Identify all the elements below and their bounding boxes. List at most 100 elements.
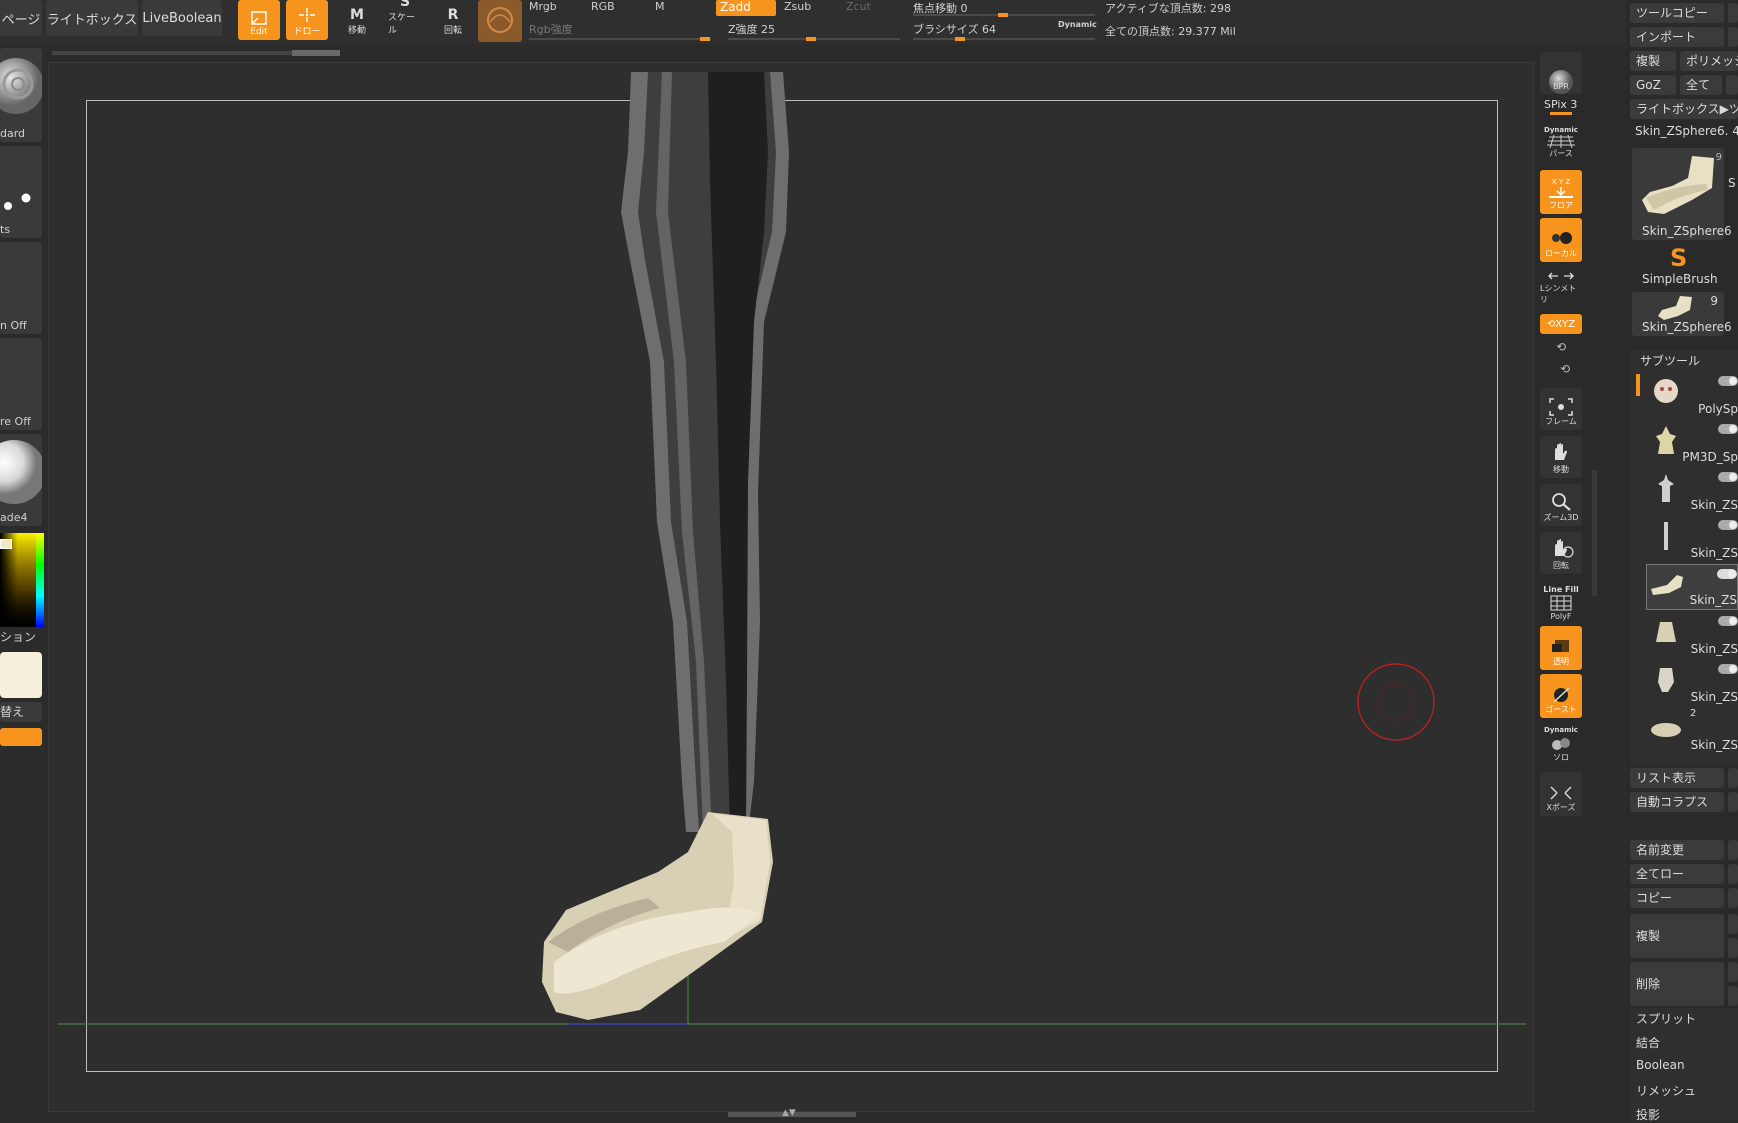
ghost-button[interactable]: ゴースト: [1540, 674, 1582, 718]
stroke-selector[interactable]: ts: [0, 146, 42, 238]
color-switch-button[interactable]: 替え: [0, 702, 42, 722]
draw-button[interactable]: ドロー: [286, 0, 328, 40]
boolean-menu[interactable]: Boolean: [1636, 1058, 1685, 1072]
recent-tool-thumbnail[interactable]: 9 Skin_ZSphere6: [1632, 292, 1732, 336]
all-high-button[interactable]: [1728, 864, 1738, 884]
subtool-item[interactable]: PolySp: [1646, 372, 1738, 418]
auto-collapse-button[interactable]: 自動コラプス: [1630, 792, 1724, 812]
tool-paste-button[interactable]: [1728, 3, 1738, 23]
subtool-visibility-toggle[interactable]: [1718, 424, 1738, 434]
paste-button[interactable]: [1728, 888, 1738, 908]
subtool-item[interactable]: 2 Skin_ZS: [1646, 708, 1738, 754]
zadd-button[interactable]: Zadd: [716, 0, 776, 16]
spix-label[interactable]: SPix 3: [1544, 98, 1577, 111]
rename-button[interactable]: 名前変更: [1630, 840, 1724, 860]
visible-button[interactable]: [1726, 75, 1738, 95]
floor-button[interactable]: X Y Z フロア: [1540, 170, 1582, 214]
color-picker[interactable]: [0, 533, 44, 627]
move-view-button[interactable]: 移動: [1540, 436, 1582, 478]
import-button[interactable]: インポート: [1630, 27, 1724, 47]
subtool-title[interactable]: サブツール: [1640, 352, 1700, 369]
expand-arrows-icon[interactable]: ▲▼: [782, 1108, 796, 1118]
tool-copy-button[interactable]: ツールコピー: [1630, 3, 1724, 23]
rgb-button[interactable]: RGB: [591, 0, 615, 13]
lightbox-tools-button[interactable]: ライトボックス▶ツ: [1630, 99, 1738, 119]
liveboolean-button[interactable]: LiveBoolean: [142, 0, 222, 36]
subtool-item-selected[interactable]: Skin_ZS: [1646, 564, 1738, 610]
rotate-button[interactable]: R 回転: [436, 0, 470, 40]
bpr-button[interactable]: BPR: [1540, 52, 1582, 94]
current-tool-thumbnail[interactable]: 9 Skin_ZSphere6: [1632, 148, 1732, 240]
progress-handle[interactable]: [292, 50, 340, 56]
lightbox-button[interactable]: ライトボックス: [46, 0, 138, 36]
collapse-side-button[interactable]: [1728, 792, 1738, 812]
hue-strip[interactable]: [36, 533, 44, 627]
panel-collapse-tab[interactable]: [1592, 470, 1597, 596]
fill-object-button[interactable]: [0, 728, 42, 746]
subtool-visibility-toggle[interactable]: [1718, 616, 1738, 626]
zoom3d-button[interactable]: ズーム3D: [1540, 484, 1582, 526]
delete-button[interactable]: 削除: [1630, 962, 1724, 1006]
brush-size-slider[interactable]: [913, 38, 1095, 40]
list-view-button[interactable]: リスト表示: [1630, 768, 1724, 788]
subtool-item[interactable]: Skin_ZS: [1646, 516, 1738, 562]
spix-slider[interactable]: [1550, 112, 1572, 115]
rename-side-button[interactable]: [1728, 840, 1738, 860]
solo-button[interactable]: Dynamic ソロ: [1540, 722, 1582, 766]
xyz-rotate-button[interactable]: ⟲XYZ: [1540, 314, 1582, 334]
subtool-visibility-toggle[interactable]: [1718, 520, 1738, 530]
zcut-button[interactable]: Zcut: [846, 0, 871, 13]
xpose-button[interactable]: Xポーズ: [1540, 772, 1582, 816]
list-side-button[interactable]: [1728, 768, 1738, 788]
mrgb-button[interactable]: Mrgb: [529, 0, 557, 13]
simplebrush-tool[interactable]: S SimpleBrush: [1632, 244, 1724, 288]
frame-button[interactable]: フレーム: [1540, 388, 1582, 430]
goz-button[interactable]: GoZ: [1630, 75, 1676, 95]
local-button[interactable]: ローカル: [1540, 218, 1582, 262]
all-low-button[interactable]: 全てロー: [1630, 864, 1724, 884]
zsub-button[interactable]: Zsub: [784, 0, 811, 13]
remesh-menu[interactable]: リメッシュ: [1636, 1082, 1696, 1099]
subtool-item[interactable]: PM3D_Sp: [1646, 420, 1738, 466]
subtool-scrollbar[interactable]: [1636, 374, 1640, 396]
material-selector[interactable]: ade4: [0, 434, 42, 526]
texture-selector[interactable]: re Off: [0, 338, 42, 430]
rotate-y-icon[interactable]: ⟲: [1556, 340, 1566, 354]
transparency-button[interactable]: 透明: [1540, 626, 1582, 670]
delete-other-button[interactable]: [1728, 962, 1738, 982]
linefill-button[interactable]: Line Fill PolyF: [1540, 578, 1582, 624]
duplicate-button[interactable]: 複製: [1630, 51, 1676, 71]
append-button[interactable]: [1728, 914, 1738, 934]
make-polymesh-button[interactable]: ポリメッシ: [1680, 51, 1738, 71]
subtool-visibility-toggle[interactable]: [1717, 569, 1737, 579]
subtool-item[interactable]: Skin_ZS: [1646, 660, 1738, 706]
brush-selector[interactable]: dard: [0, 48, 42, 142]
rotate-z-icon[interactable]: ⟲: [1560, 362, 1570, 376]
subtool-visibility-toggle[interactable]: [1718, 376, 1738, 386]
merge-menu[interactable]: 結合: [1636, 1034, 1660, 1051]
color-picker-cursor[interactable]: [0, 539, 12, 549]
copy-button[interactable]: コピー: [1630, 888, 1724, 908]
insert-button[interactable]: [1728, 938, 1738, 958]
subtool-item[interactable]: Skin_ZS: [1646, 468, 1738, 514]
subtool-visibility-toggle[interactable]: [1718, 664, 1738, 674]
delete-all-button[interactable]: [1728, 986, 1738, 1006]
m-button[interactable]: M: [655, 0, 665, 13]
duplicate-subtool-button[interactable]: 複製: [1630, 914, 1724, 958]
dynamic-label[interactable]: Dynamic: [1058, 20, 1097, 29]
scale-button[interactable]: S スケール: [388, 0, 422, 40]
brush-size-knob[interactable]: [955, 37, 965, 41]
edit-button[interactable]: Edit: [238, 0, 280, 40]
perspective-button[interactable]: Dynamic パース: [1540, 120, 1582, 162]
page-button[interactable]: ページ: [0, 0, 42, 36]
rgb-intensity-knob[interactable]: [700, 37, 710, 41]
subtool-item[interactable]: Skin_ZS: [1646, 612, 1738, 658]
alpha-selector[interactable]: n Off: [0, 242, 42, 334]
material-color-button[interactable]: [478, 0, 522, 42]
move-button[interactable]: M 移動: [340, 0, 374, 40]
rgb-intensity-slider[interactable]: [529, 38, 711, 40]
z-intensity-knob[interactable]: [806, 37, 816, 41]
focal-shift-knob[interactable]: [998, 13, 1008, 17]
goz-all-button[interactable]: 全て: [1680, 75, 1722, 95]
symmetry-button[interactable]: Lシンメトリ: [1540, 268, 1582, 308]
